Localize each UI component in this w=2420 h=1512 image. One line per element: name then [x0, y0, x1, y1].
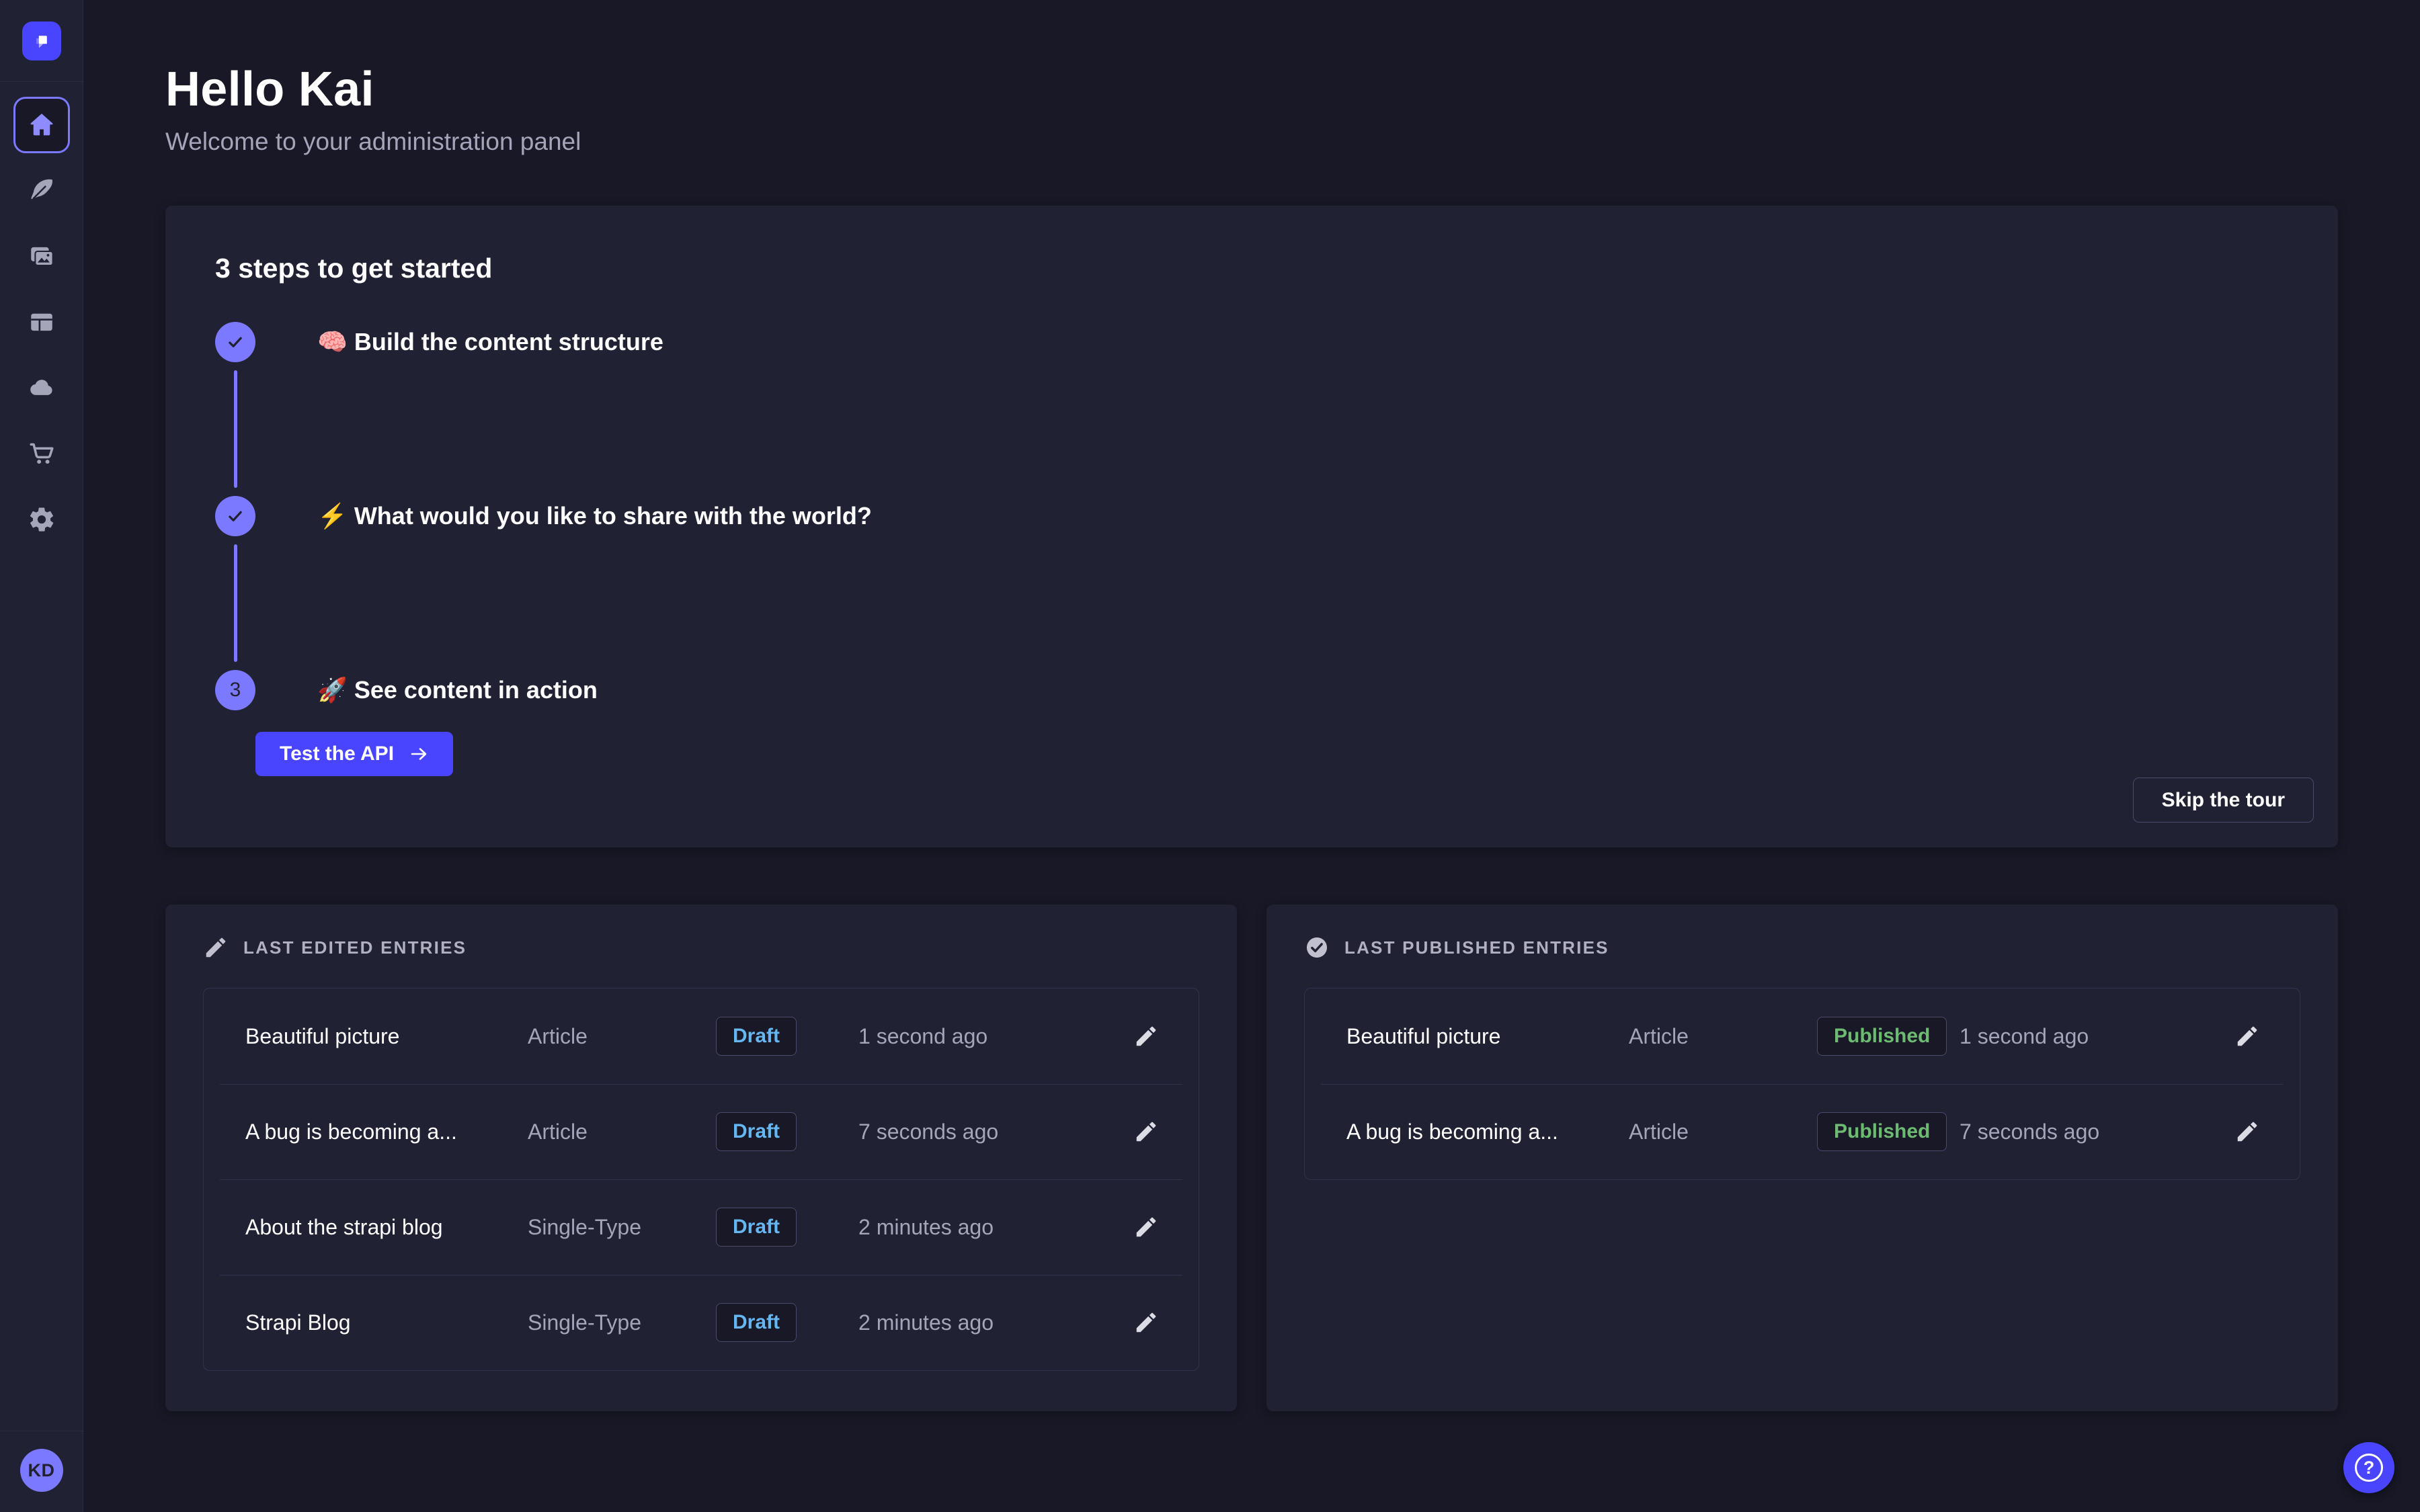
tour-step-2[interactable]: ⚡ What would you like to share with the …	[215, 496, 2288, 536]
status-badge: Published	[1817, 1112, 1947, 1151]
edit-entry-button[interactable]	[1133, 1119, 1159, 1144]
pencil-icon	[1133, 1214, 1159, 1240]
last-edited-table: Beautiful picture Article Draft 1 second…	[203, 988, 1199, 1371]
entry-title: About the strapi blog	[245, 1215, 528, 1240]
table-row: A bug is becoming a... Article Draft 7 s…	[204, 1084, 1199, 1179]
step-label: 🚀 See content in action	[317, 670, 598, 710]
question-mark-icon: ?	[2355, 1454, 2383, 1482]
last-edited-header: LAST EDITED ENTRIES	[203, 934, 1199, 961]
logo-box	[0, 0, 83, 82]
step-number-badge: 3	[215, 670, 255, 710]
status-badge: Draft	[716, 1303, 797, 1342]
gear-icon	[28, 505, 56, 534]
entry-timestamp: 7 seconds ago	[858, 1120, 1094, 1144]
sidebar-item-content-manager[interactable]	[27, 175, 56, 205]
edit-entry-button[interactable]	[2234, 1119, 2260, 1144]
user-avatar[interactable]: KD	[20, 1449, 63, 1492]
status-badge: Draft	[716, 1112, 797, 1151]
sidebar-footer: KD	[0, 1431, 83, 1512]
entry-type: Article	[528, 1120, 716, 1144]
pencil-icon	[1133, 1023, 1159, 1049]
sidebar-item-home[interactable]	[13, 97, 70, 153]
table-row: Strapi Blog Single-Type Draft 2 minutes …	[204, 1275, 1199, 1370]
cloud-icon	[28, 374, 56, 402]
check-circle-icon	[1304, 935, 1330, 960]
edit-entry-button[interactable]	[2234, 1023, 2260, 1049]
guided-tour-title: 3 steps to get started	[215, 253, 2288, 284]
entry-type: Article	[1629, 1120, 1817, 1144]
sidebar-nav	[0, 82, 83, 534]
test-api-button[interactable]: Test the API	[255, 732, 453, 776]
status-badge: Draft	[716, 1208, 797, 1247]
last-published-card: LAST PUBLISHED ENTRIES Beautiful picture…	[1266, 905, 2338, 1411]
sidebar-item-content-type-builder[interactable]	[27, 307, 56, 337]
entry-title: Beautiful picture	[245, 1024, 528, 1049]
cart-icon	[28, 439, 56, 468]
entry-timestamp: 1 second ago	[1960, 1024, 2195, 1049]
tour-step-1[interactable]: 🧠 Build the content structure	[215, 322, 2288, 362]
page-subtitle: Welcome to your administration panel	[165, 128, 2338, 156]
entry-type: Single-Type	[528, 1310, 716, 1335]
last-edited-card: LAST EDITED ENTRIES Beautiful picture Ar…	[165, 905, 1237, 1411]
last-edited-title: LAST EDITED ENTRIES	[243, 937, 467, 958]
pictures-icon	[28, 242, 56, 270]
sidebar-item-settings[interactable]	[27, 505, 56, 534]
guided-tour-steps: 🧠 Build the content structure ⚡ What wou…	[215, 322, 2288, 776]
edit-entry-button[interactable]	[1133, 1023, 1159, 1049]
sidebar-item-deploy[interactable]	[27, 373, 56, 403]
entries-section: LAST EDITED ENTRIES Beautiful picture Ar…	[165, 905, 2338, 1411]
step-label: ⚡ What would you like to share with the …	[317, 496, 872, 536]
step-connector	[234, 544, 237, 662]
pencil-icon	[2234, 1119, 2260, 1144]
pencil-icon	[1133, 1119, 1159, 1144]
sidebar-item-marketplace[interactable]	[27, 439, 56, 468]
sidebar-item-media-library[interactable]	[27, 241, 56, 271]
entry-title: A bug is becoming a...	[245, 1120, 528, 1144]
step-done-check-icon	[215, 496, 255, 536]
entry-timestamp: 7 seconds ago	[1960, 1120, 2195, 1144]
home-icon	[26, 110, 57, 140]
last-published-table: Beautiful picture Article Published 1 se…	[1304, 988, 2300, 1180]
step-label: 🧠 Build the content structure	[317, 322, 663, 362]
entry-title: Beautiful picture	[1346, 1024, 1629, 1049]
help-button[interactable]: ?	[2343, 1442, 2394, 1493]
skip-tour-button[interactable]: Skip the tour	[2133, 778, 2314, 823]
entry-type: Single-Type	[528, 1215, 716, 1240]
main-content: Hello Kai Welcome to your administration…	[83, 0, 2420, 1512]
strapi-logo-icon[interactable]	[22, 22, 61, 60]
pencil-icon	[1133, 1310, 1159, 1335]
step-body: 🚀 See content in action Test the API	[255, 670, 598, 776]
entry-type: Article	[528, 1024, 716, 1049]
entry-title: Strapi Blog	[245, 1310, 528, 1335]
entry-timestamp: 2 minutes ago	[858, 1310, 1094, 1335]
last-published-title: LAST PUBLISHED ENTRIES	[1344, 937, 1609, 958]
pencil-icon	[203, 935, 229, 960]
arrow-right-icon	[409, 744, 429, 764]
entry-timestamp: 1 second ago	[858, 1024, 1094, 1049]
table-row: Beautiful picture Article Draft 1 second…	[204, 989, 1199, 1084]
entry-title: A bug is becoming a...	[1346, 1120, 1629, 1144]
page-title: Hello Kai	[165, 62, 2338, 117]
step-connector	[234, 370, 237, 488]
table-row: About the strapi blog Single-Type Draft …	[204, 1179, 1199, 1275]
sidebar: KD	[0, 0, 83, 1512]
edit-entry-button[interactable]	[1133, 1310, 1159, 1335]
last-published-header: LAST PUBLISHED ENTRIES	[1304, 934, 2300, 961]
layout-icon	[28, 308, 56, 336]
status-badge: Published	[1817, 1017, 1947, 1056]
table-row: A bug is becoming a... Article Published…	[1305, 1084, 2300, 1179]
status-badge: Draft	[716, 1017, 797, 1056]
pencil-icon	[2234, 1023, 2260, 1049]
guided-tour-card: 3 steps to get started 🧠 Build the conte…	[165, 206, 2338, 847]
entry-timestamp: 2 minutes ago	[858, 1215, 1094, 1240]
edit-entry-button[interactable]	[1133, 1214, 1159, 1240]
table-row: Beautiful picture Article Published 1 se…	[1305, 989, 2300, 1084]
tour-step-3[interactable]: 3 🚀 See content in action Test the API	[215, 670, 2288, 776]
entry-type: Article	[1629, 1024, 1817, 1049]
feather-icon	[28, 176, 56, 204]
step-done-check-icon	[215, 322, 255, 362]
